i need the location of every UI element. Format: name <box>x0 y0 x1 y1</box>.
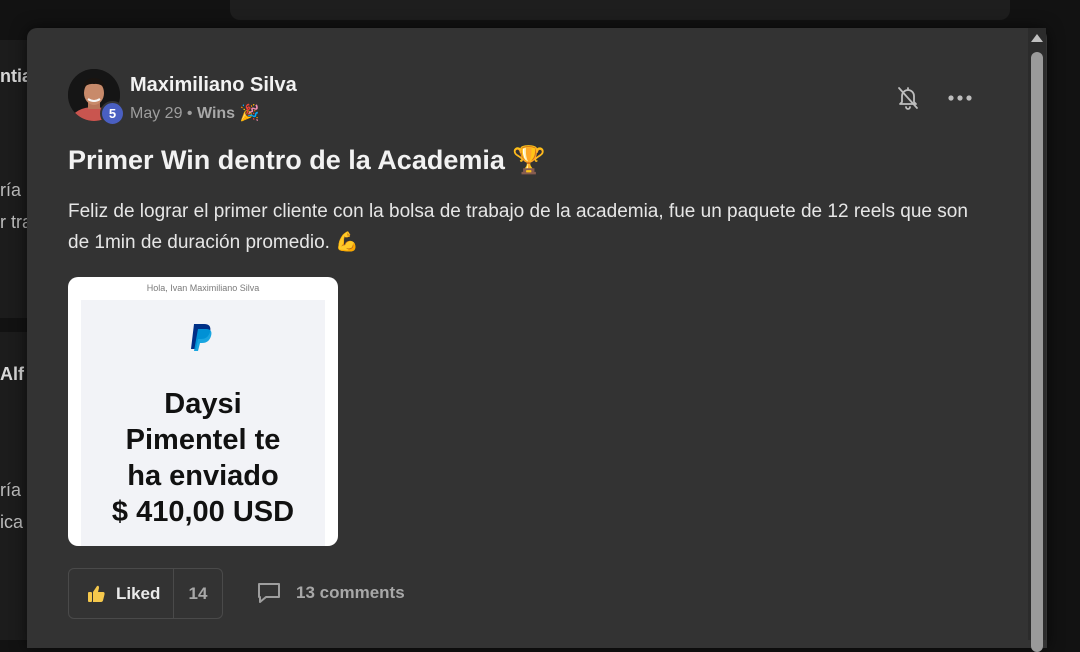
scroll-thumb[interactable] <box>1031 52 1043 652</box>
like-count[interactable]: 14 <box>174 569 222 618</box>
like-label: Liked <box>116 583 161 603</box>
payment-message: Daysi Pimentel te ha enviado $ 410,00 US… <box>81 386 325 530</box>
attachment-greeting: Hola, Ivan Maximiliano Silva <box>146 283 260 293</box>
level-badge: 5 <box>100 101 125 126</box>
payment-message-line: Pimentel te <box>125 424 281 456</box>
post-category[interactable]: Wins <box>197 105 235 122</box>
comments-label: 13 comments <box>296 583 405 602</box>
post-body: Feliz de lograr el primer cliente con la… <box>68 196 988 258</box>
post-title: Primer Win dentro de la Academia 🏆 <box>68 144 546 176</box>
scrollbar[interactable] <box>1028 28 1046 652</box>
more-horizontal-icon[interactable] <box>947 88 973 108</box>
post-body-text: Feliz de lograr el primer cliente con la… <box>68 201 968 253</box>
feed-fragment: ría <box>0 480 22 500</box>
bell-off-icon[interactable] <box>896 85 920 111</box>
party-popper-icon: 🎉 <box>239 105 260 122</box>
image-attachment[interactable]: Hola, Ivan Maximiliano Silva Daysi Pimen… <box>68 277 338 546</box>
payment-message-line: ha enviado <box>127 460 279 492</box>
paypal-logo-icon <box>189 322 215 352</box>
trophy-icon: 🏆 <box>512 145 547 175</box>
comments-button[interactable]: 13 comments <box>256 580 405 606</box>
payment-message-line: Daysi <box>164 388 242 420</box>
like-group: Liked 14 <box>68 568 223 619</box>
meta-separator: • <box>186 105 193 122</box>
flexed-biceps-icon: 💪 <box>335 232 359 253</box>
feed-fragment: Alf <box>0 364 24 384</box>
post-title-text: Primer Win dentro de la Academia <box>68 145 505 175</box>
like-button[interactable]: Liked <box>69 569 174 618</box>
payment-amount: $ 410,00 USD <box>111 496 295 528</box>
top-search-bar <box>230 0 1010 20</box>
post-date: May 29 <box>130 105 183 122</box>
thumbs-up-icon <box>88 585 105 602</box>
feed-fragment: ica <box>0 512 24 532</box>
scroll-up-arrow-icon[interactable] <box>1031 34 1043 42</box>
feed-fragment: ría <box>0 180 22 200</box>
post-meta: May 29 • Wins 🎉 <box>130 103 259 123</box>
comment-icon <box>258 583 280 603</box>
author-name[interactable]: Maximiliano Silva <box>130 74 297 97</box>
attachment-card: Daysi Pimentel te ha enviado $ 410,00 US… <box>81 300 325 546</box>
